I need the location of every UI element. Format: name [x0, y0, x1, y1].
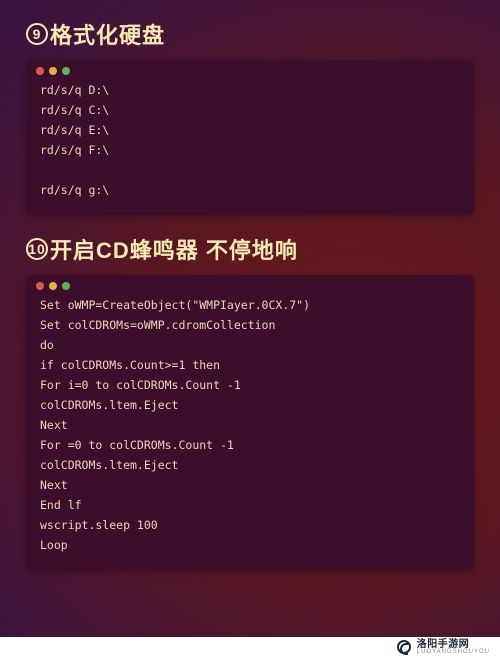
code-line: rd/s/q C:\	[40, 105, 460, 117]
minimize-icon	[49, 67, 57, 75]
code-line: rd/s/q D:\	[40, 85, 460, 97]
code-line: colCDROMs.ltem.Eject	[40, 400, 460, 412]
code-line: do	[40, 340, 460, 352]
section-heading-9: 9 格式化硬盘	[26, 18, 474, 50]
zoom-icon	[62, 282, 70, 290]
code-line: For i=0 to colCDROMs.Count -1	[40, 380, 460, 392]
code-line: Loop	[40, 540, 460, 552]
brand-subtext: LUOYANGSHOUYOU	[417, 649, 490, 655]
code-line: Set colCDROMs=oWMP.cdromCollection	[40, 320, 460, 332]
code-line	[40, 165, 460, 177]
close-icon	[36, 67, 44, 75]
terminal-window-10: Set oWMP=CreateObject("WMPIayer.0CX.7") S…	[26, 275, 474, 570]
code-line: wscript.sleep 100	[40, 520, 460, 532]
terminal-body-10: Set oWMP=CreateObject("WMPIayer.0CX.7") S…	[26, 294, 474, 562]
code-line: For =0 to colCDROMs.Count -1	[40, 440, 460, 452]
section-number-badge: 10	[26, 238, 48, 260]
code-line: Next	[40, 480, 460, 492]
zoom-icon	[62, 67, 70, 75]
close-icon	[36, 282, 44, 290]
code-line: End lf	[40, 500, 460, 512]
code-line: rd/s/q g:\	[40, 185, 460, 197]
brand-logo-icon	[397, 640, 411, 654]
section-heading-10: 10 开启CD蜂鸣器 不停地响	[26, 233, 474, 265]
page: 9 格式化硬盘 rd/s/q D:\rd/s/q C:\rd/s/q E:\rd…	[0, 0, 500, 570]
terminal-titlebar	[26, 60, 474, 79]
section-number-badge: 9	[26, 23, 48, 45]
code-line: if colCDROMs.Count>=1 then	[40, 360, 460, 372]
brand-text: 洛阳手游网 LUOYANGSHOUYOU	[417, 640, 490, 655]
terminal-titlebar	[26, 275, 474, 294]
code-line: rd/s/q E:\	[40, 125, 460, 137]
code-line: rd/s/q F:\	[40, 145, 460, 157]
minimize-icon	[49, 282, 57, 290]
footer-bar: 洛阳手游网 LUOYANGSHOUYOU	[0, 637, 500, 657]
terminal-body-9: rd/s/q D:\ rd/s/q C:\ rd/s/q E:\ rd/s/q F:\…	[26, 79, 474, 207]
code-line: Next	[40, 420, 460, 432]
code-line: Set oWMP=CreateObject("WMPIayer.0CX.7")	[40, 300, 460, 312]
section-title: 格式化硬盘	[50, 18, 165, 50]
section-title: 开启CD蜂鸣器 不停地响	[50, 233, 298, 265]
code-line: colCDROMs.ltem.Eject	[40, 460, 460, 472]
terminal-window-9: rd/s/q D:\ rd/s/q C:\ rd/s/q E:\ rd/s/q F:\…	[26, 60, 474, 215]
